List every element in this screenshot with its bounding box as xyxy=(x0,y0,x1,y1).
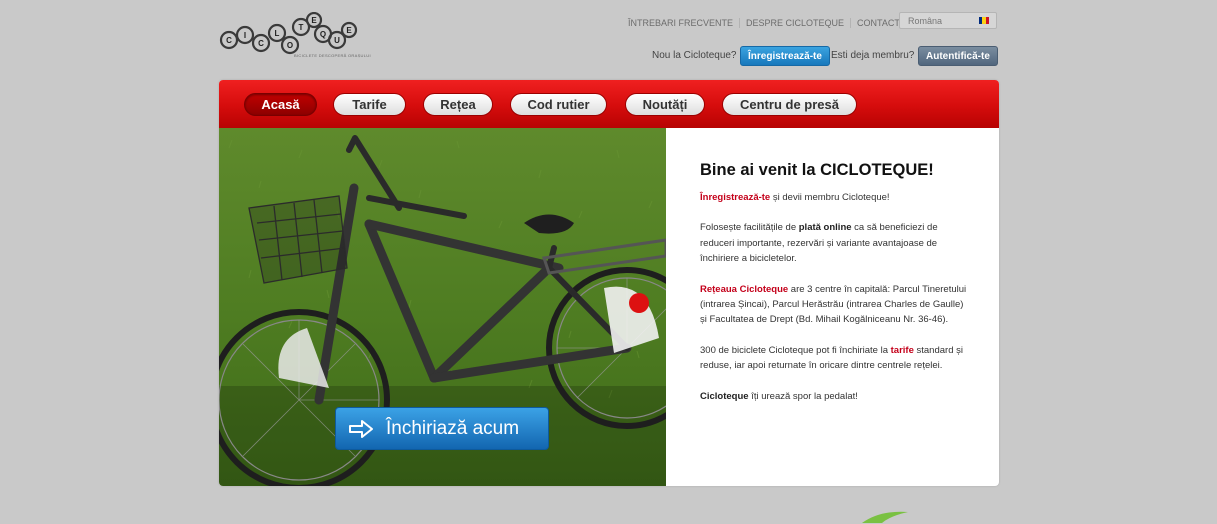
existing-wrap: Esti deja membru? xyxy=(831,45,914,66)
p5-brand: Cicloteque xyxy=(700,390,749,402)
nav-item-tarife[interactable]: Tarife xyxy=(333,93,406,116)
language-select[interactable]: Româna xyxy=(899,12,997,29)
logo-letter: I xyxy=(244,31,246,40)
welcome-paragraph-1: Înregistrează-te și devii membru Ciclote… xyxy=(700,190,970,205)
leaf-decoration-icon xyxy=(862,511,908,523)
nav-item-home[interactable]: Acasă xyxy=(244,93,317,116)
romania-flag-icon xyxy=(979,17,989,24)
top-links: ÎNTREBARI FRECVENTE DESPRE CICLOTEQUE CO… xyxy=(628,15,906,31)
register-button[interactable]: Înregistrează-te xyxy=(740,45,830,66)
logo-letter: T xyxy=(299,23,304,32)
member-row: Nou la Cicloteque? xyxy=(652,45,737,66)
language-value: Româna xyxy=(908,16,943,26)
welcome-paragraph-3: Rețeaua Cicloteque are 3 centre în capit… xyxy=(700,282,970,328)
p5-text: îți urează spor la pedalat! xyxy=(748,390,858,402)
logo-letter: C xyxy=(258,39,264,48)
tariffs-link[interactable]: tarife xyxy=(891,345,914,356)
logo-letter: Q xyxy=(320,30,326,39)
logo-letter: C xyxy=(226,36,232,45)
arrow-right-icon xyxy=(349,419,373,438)
contact-link[interactable]: CONTACT xyxy=(850,18,906,28)
logo-letter: E xyxy=(346,26,352,35)
logo-letter: O xyxy=(287,41,293,50)
rent-now-label: Închiriază acum xyxy=(386,417,520,439)
p2-online-payment: plată online xyxy=(798,222,852,234)
new-member-prompt: Nou la Cicloteque? xyxy=(652,50,737,61)
register-wrap: Înregistrează-te xyxy=(740,45,830,66)
nav-item-retea[interactable]: Rețea xyxy=(423,93,493,116)
p2-text-a: Folosește facilitățile de xyxy=(700,222,799,234)
p4-text-a: 300 de biciclete Cicloteque pot fi închi… xyxy=(700,344,891,356)
welcome-content: Bine ai venit la CICLOTEQUE! Înregistrea… xyxy=(700,160,970,419)
register-inline-link[interactable]: Înregistrează-te xyxy=(700,192,770,203)
logo-letter: E xyxy=(311,16,317,25)
logo-letter: L xyxy=(275,29,280,38)
hero-image: Închiriază acum xyxy=(219,128,666,486)
logo-letter: U xyxy=(334,36,340,45)
about-link[interactable]: DESPRE CICLOTEQUE xyxy=(739,18,850,28)
login-button[interactable]: Autentifică-te xyxy=(918,45,998,66)
p1-text: și devii membru Cicloteque! xyxy=(770,192,890,203)
welcome-title: Bine ai venit la CICLOTEQUE! xyxy=(700,161,934,179)
network-link[interactable]: Rețeaua Cicloteque xyxy=(700,284,788,295)
nav-item-centru-presa[interactable]: Centru de presă xyxy=(722,93,857,116)
welcome-paragraph-5: Cicloteque îți urează spor la pedalat! xyxy=(700,389,970,404)
nav-item-noutati[interactable]: Noutăți xyxy=(625,93,705,116)
faq-link[interactable]: ÎNTREBARI FRECVENTE xyxy=(628,18,739,28)
existing-member-prompt: Esti deja membru? xyxy=(831,50,915,61)
logo-tagline: BICICLETE DESCOPERĂ ORAȘULUI xyxy=(294,53,371,58)
rent-now-button[interactable]: Închiriază acum xyxy=(335,407,549,450)
welcome-paragraph-2: Folosește facilitățile de plată online c… xyxy=(700,220,970,266)
login-wrap: Autentifică-te xyxy=(918,45,998,66)
main-nav: Acasă Tarife Rețea Cod rutier Noutăți Ce… xyxy=(219,80,999,128)
page: C I C L O T E Q U E BICICLETE DESCOPERĂ … xyxy=(0,0,1217,524)
nav-item-cod-rutier[interactable]: Cod rutier xyxy=(510,93,607,116)
welcome-paragraph-4: 300 de biciclete Cicloteque pot fi închi… xyxy=(700,343,970,374)
